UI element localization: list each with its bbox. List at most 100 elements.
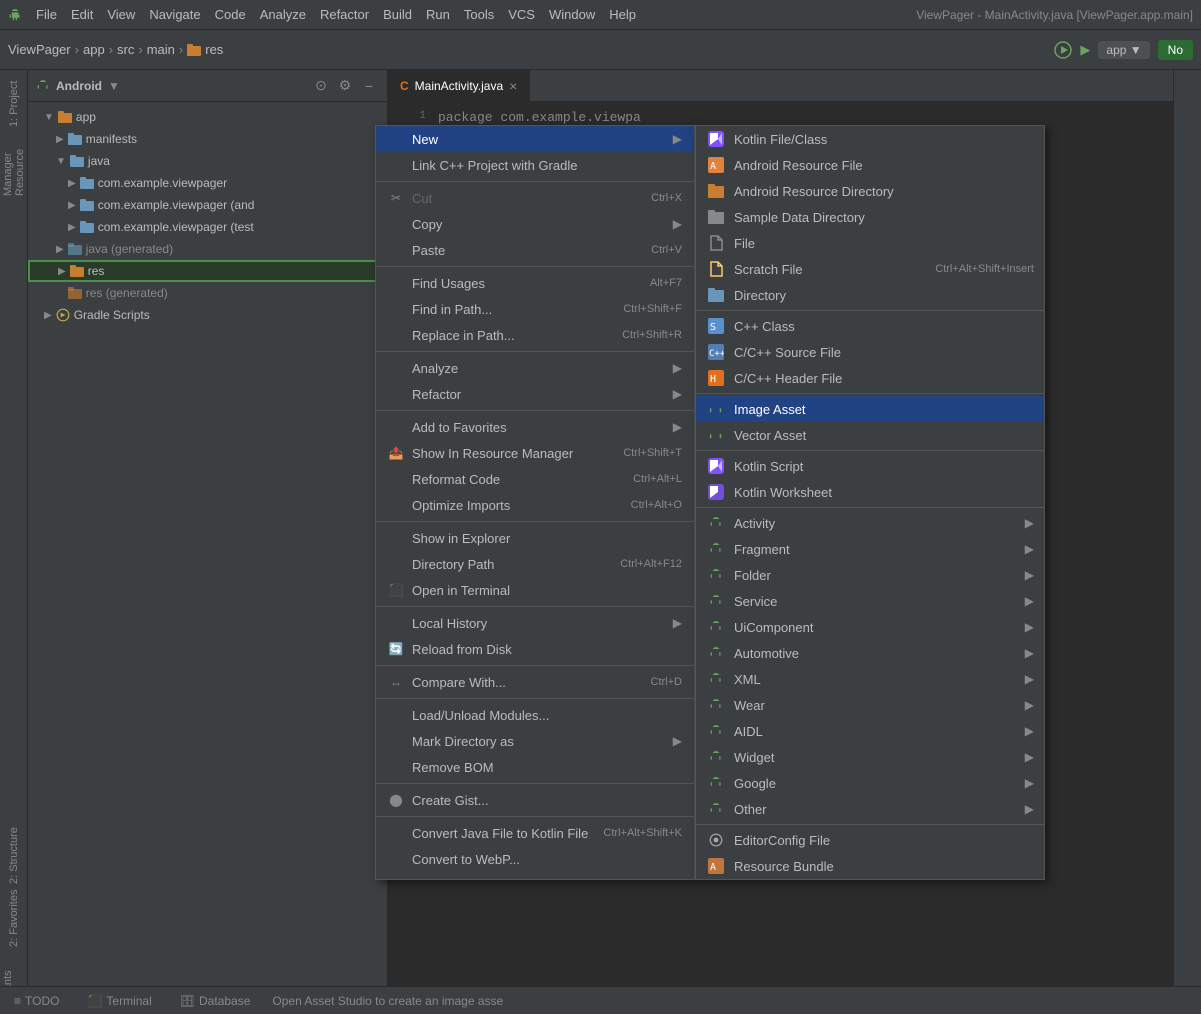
run-icon[interactable]	[1054, 41, 1072, 59]
minimize-icon[interactable]: −	[359, 76, 379, 96]
ctx-analyze[interactable]: Analyze ▶	[376, 355, 694, 381]
menu-window[interactable]: Window	[543, 5, 601, 24]
java-file-icon: C	[400, 79, 409, 93]
tree-item-gradle[interactable]: ▶ Gradle Scripts	[28, 304, 387, 326]
menu-analyze[interactable]: Analyze	[254, 5, 312, 24]
ctx-open-terminal[interactable]: ⬛ Open in Terminal	[376, 577, 694, 603]
ctx-directory-path[interactable]: Directory Path Ctrl+Alt+F12	[376, 551, 694, 577]
sub-service[interactable]: Service ▶	[696, 588, 1044, 614]
status-todo-tab[interactable]: ≡ TODO	[8, 992, 65, 1010]
android-dropdown[interactable]: ▼	[108, 79, 120, 93]
tree-item-pkg1[interactable]: ▶ com.example.viewpager	[28, 172, 387, 194]
sub-folder[interactable]: Folder ▶	[696, 562, 1044, 588]
ctx-replace-in-path[interactable]: Replace in Path... Ctrl+Shift+R	[376, 322, 694, 348]
ctx-add-favorites[interactable]: Add to Favorites ▶	[376, 414, 694, 440]
sub-widget[interactable]: Widget ▶	[696, 744, 1044, 770]
sub-file[interactable]: File	[696, 230, 1044, 256]
ctx-paste[interactable]: Paste Ctrl+V	[376, 237, 694, 263]
ctx-show-resource-mgr[interactable]: 📤 Show In Resource Manager Ctrl+Shift+T	[376, 440, 694, 466]
tree-item-java[interactable]: ▼ java	[28, 150, 387, 172]
ctx-refactor[interactable]: Refactor ▶	[376, 381, 694, 407]
editor-tab-mainactivity[interactable]: C MainActivity.java ×	[388, 70, 530, 101]
tree-item-java-gen[interactable]: ▶ java (generated)	[28, 238, 387, 260]
menu-navigate[interactable]: Navigate	[143, 5, 206, 24]
breadcrumb-main[interactable]: main	[147, 42, 175, 57]
sub-aidl[interactable]: AIDL ▶	[696, 718, 1044, 744]
tree-item-pkg3[interactable]: ▶ com.example.viewpager (test	[28, 216, 387, 238]
sub-vector-asset[interactable]: Vector Asset	[696, 422, 1044, 448]
ctx-optimize-imports[interactable]: Optimize Imports Ctrl+Alt+O	[376, 492, 694, 518]
locate-icon[interactable]: ⊙	[311, 76, 331, 96]
ctx-local-history[interactable]: Local History ▶	[376, 610, 694, 636]
sub-uicomponent[interactable]: UiComponent ▶	[696, 614, 1044, 640]
menu-run[interactable]: Run	[420, 5, 456, 24]
breadcrumb-src[interactable]: src	[117, 42, 134, 57]
status-terminal-tab[interactable]: ⬛ Terminal	[81, 992, 157, 1010]
sub-other[interactable]: Other ▶	[696, 796, 1044, 822]
tab-close-button[interactable]: ×	[509, 78, 517, 94]
sub-cpp-class[interactable]: S C++ Class	[696, 313, 1044, 339]
ctx-new[interactable]: New ▶	[376, 126, 694, 152]
ctx-link-cpp[interactable]: Link C++ Project with Gradle	[376, 152, 694, 178]
ctx-convert-webp[interactable]: Convert to WebP...	[376, 846, 694, 872]
no-devices-button[interactable]: No	[1158, 40, 1193, 60]
tree-item-res[interactable]: ▶ res	[28, 260, 387, 282]
sub-xml[interactable]: XML ▶	[696, 666, 1044, 692]
ctx-show-explorer[interactable]: Show in Explorer	[376, 525, 694, 551]
sub-cpp-source[interactable]: C++ C/C++ Source File	[696, 339, 1044, 365]
sub-kotlin-script[interactable]: Kotlin Script	[696, 453, 1044, 479]
sidebar-project-tab[interactable]: 1: Project	[2, 74, 26, 134]
sidebar-favorites-tab[interactable]: 2: Favorites	[2, 888, 26, 948]
sub-wear[interactable]: Wear ▶	[696, 692, 1044, 718]
ctx-convert-kotlin[interactable]: Convert Java File to Kotlin File Ctrl+Al…	[376, 820, 694, 846]
sub-cpp-header[interactable]: H C/C++ Header File	[696, 365, 1044, 391]
menu-build[interactable]: Build	[377, 5, 418, 24]
sub-directory[interactable]: Directory	[696, 282, 1044, 308]
sidebar-resource-tab[interactable]: Resource Manager	[2, 136, 26, 196]
menu-refactor[interactable]: Refactor	[314, 5, 375, 24]
sub-activity[interactable]: Activity ▶	[696, 510, 1044, 536]
menu-view[interactable]: View	[101, 5, 141, 24]
tree-item-app[interactable]: ▼ app	[28, 106, 387, 128]
status-database-tab[interactable]: 🗄 Database	[174, 992, 257, 1010]
ctx-reformat[interactable]: Reformat Code Ctrl+Alt+L	[376, 466, 694, 492]
ctx-find-usages[interactable]: Find Usages Alt+F7	[376, 270, 694, 296]
ctx-compare-with[interactable]: ↔ Compare With... Ctrl+D	[376, 669, 694, 695]
tree-item-res-gen[interactable]: ▶ res (generated)	[28, 282, 387, 304]
menu-vcs[interactable]: VCS	[502, 5, 541, 24]
sub-sample-data-dir[interactable]: Sample Data Directory	[696, 204, 1044, 230]
sub-kotlin-worksheet[interactable]: Kotlin Worksheet	[696, 479, 1044, 505]
tree-item-manifests[interactable]: ▶ manifests	[28, 128, 387, 150]
app-dropdown[interactable]: app ▼	[1098, 41, 1149, 59]
ctx-cut[interactable]: ✂ Cut Ctrl+X	[376, 185, 694, 211]
menu-edit[interactable]: Edit	[65, 5, 99, 24]
ctx-remove-bom[interactable]: Remove BOM	[376, 754, 694, 780]
sub-kotlin-file[interactable]: Kotlin File/Class	[696, 126, 1044, 152]
ctx-copy[interactable]: Copy ▶	[376, 211, 694, 237]
sub-scratch-file[interactable]: Scratch File Ctrl+Alt+Shift+Insert	[696, 256, 1044, 282]
sub-android-resource-file[interactable]: A Android Resource File	[696, 152, 1044, 178]
sub-automotive[interactable]: Automotive ▶	[696, 640, 1044, 666]
breadcrumb-viewpager[interactable]: ViewPager	[8, 42, 71, 57]
ctx-find-in-path[interactable]: Find in Path... Ctrl+Shift+F	[376, 296, 694, 322]
sub-google[interactable]: Google ▶	[696, 770, 1044, 796]
ctx-mark-dir[interactable]: Mark Directory as ▶	[376, 728, 694, 754]
breadcrumb-app[interactable]: app	[83, 42, 105, 57]
menu-code[interactable]: Code	[209, 5, 252, 24]
tree-item-pkg2[interactable]: ▶ com.example.viewpager (and	[28, 194, 387, 216]
run-app-label[interactable]: ▶	[1080, 42, 1090, 58]
sub-resource-bundle[interactable]: A Resource Bundle	[696, 853, 1044, 879]
breadcrumb-res[interactable]: res	[205, 42, 223, 57]
sub-android-resource-dir[interactable]: Android Resource Directory	[696, 178, 1044, 204]
menu-file[interactable]: File	[30, 5, 63, 24]
settings-icon[interactable]: ⚙	[335, 76, 355, 96]
ctx-reload-disk[interactable]: 🔄 Reload from Disk	[376, 636, 694, 662]
sub-editorconfig[interactable]: EditorConfig File	[696, 827, 1044, 853]
ctx-create-gist[interactable]: ⬤ Create Gist...	[376, 787, 694, 813]
sub-fragment[interactable]: Fragment ▶	[696, 536, 1044, 562]
sub-image-asset[interactable]: Image Asset	[696, 396, 1044, 422]
ctx-load-unload[interactable]: Load/Unload Modules...	[376, 702, 694, 728]
menu-tools[interactable]: Tools	[458, 5, 500, 24]
sidebar-structure-tab[interactable]: 2: Structure	[2, 826, 26, 886]
menu-help[interactable]: Help	[603, 5, 642, 24]
